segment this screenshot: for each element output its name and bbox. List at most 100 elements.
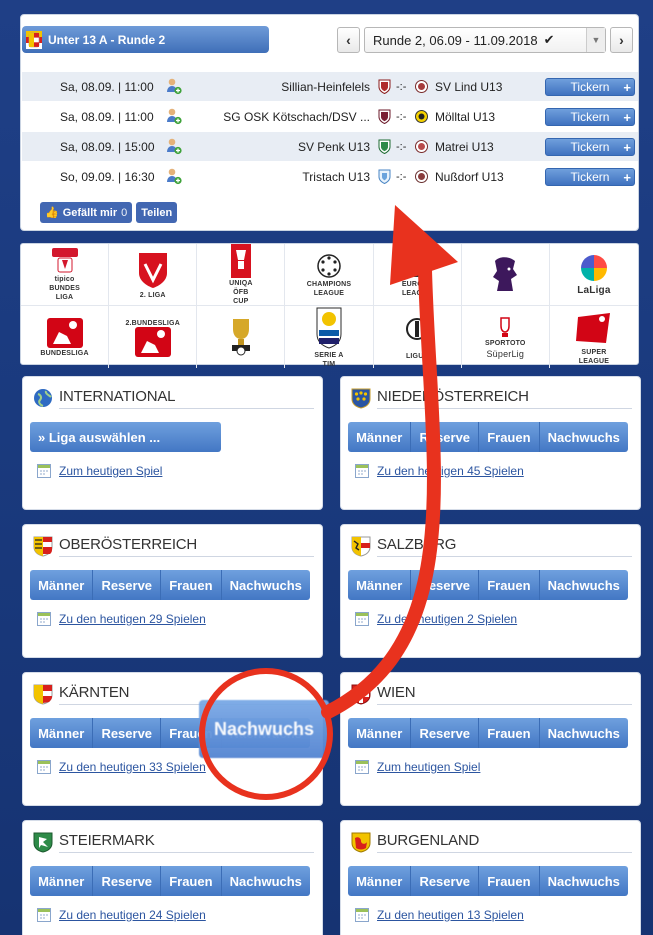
ticker-label: Tickern [570, 170, 610, 184]
facebook-like-count: 0 [121, 206, 128, 219]
uniqa-oefb-cup-logo[interactable]: UNIQA ÖFB CUP [197, 244, 286, 306]
tab-reserve[interactable]: Reserve [93, 718, 162, 748]
tab-reserve[interactable]: Reserve [93, 570, 162, 600]
logo-caption: tipico [54, 276, 75, 283]
tipico-bundesliga-logo[interactable]: tipico BUNDES LIGA [21, 244, 110, 306]
category-tabs: Männer Reserve Frauen Nachwuchs [30, 866, 310, 896]
tab-frauen[interactable]: Frauen [479, 422, 540, 452]
home-team[interactable]: SV Penk U13 [298, 140, 370, 154]
upper-austria-crest-icon [33, 536, 53, 557]
tab-nachwuchs[interactable]: Nachwuchs [539, 570, 628, 600]
calendar-icon [37, 612, 51, 626]
tab-maenner[interactable]: Männer [30, 718, 94, 748]
home-team[interactable]: SG OSK Kötschach/DSV ... [223, 110, 370, 124]
tab-reserve[interactable]: Reserve [93, 866, 162, 896]
today-games-link[interactable]: Zu den heutigen 45 Spielen [355, 464, 524, 478]
tab-nachwuchs[interactable]: Nachwuchs [539, 718, 628, 748]
tab-nachwuchs[interactable]: Nachwuchs [539, 422, 628, 452]
plus-icon: + [623, 109, 631, 125]
serie-a-logo[interactable]: SERIE A TIM [285, 306, 374, 368]
swiss-super-league-logo[interactable]: SUPER LEAGUE [550, 306, 638, 368]
tab-reserve[interactable]: Reserve [411, 422, 480, 452]
today-games-link[interactable]: Zu den heutigen 24 Spielen [37, 908, 206, 922]
tab-reserve[interactable]: Reserve [411, 866, 480, 896]
serie-a-icon [316, 307, 342, 349]
champions-league-logo[interactable]: CHAMPIONS LEAGUE [285, 244, 374, 306]
tab-nachwuchs[interactable]: Nachwuchs [539, 866, 628, 896]
2-bundesliga-logo[interactable]: 2.BUNDESLIGA [109, 306, 198, 368]
round-select[interactable]: Runde 2, 06.09 - 11.09.2018 ✔ ▼ [364, 27, 606, 53]
dropdown-arrow-icon[interactable]: ▼ [586, 28, 605, 52]
match-score: -:- [396, 80, 407, 93]
away-crest-icon [415, 140, 428, 153]
away-team[interactable]: SV Lind U13 [435, 80, 502, 94]
home-team[interactable]: Sillian-Heinfelels [281, 80, 370, 94]
tab-frauen[interactable]: Frauen [479, 866, 540, 896]
round-navigation: ‹ Runde 2, 06.09 - 11.09.2018 ✔ ▼ › [337, 27, 633, 53]
match-row[interactable]: Sa, 08.09. | 15:00 SV Penk U13 -:- Matre… [22, 132, 638, 162]
league-round-tab[interactable]: Unter 13 A - Runde 2 [22, 26, 269, 53]
tab-frauen[interactable]: Frauen [161, 570, 222, 600]
today-games-link[interactable]: Zu den heutigen 33 Spielen [37, 760, 206, 774]
away-team[interactable]: Matrei U13 [435, 140, 494, 154]
2-liga-logo[interactable]: 2. LIGA [109, 244, 198, 306]
premier-league-lion-icon [493, 256, 518, 291]
today-games-link[interactable]: Zum heutigen Spiel [37, 464, 162, 478]
prev-round-button[interactable]: ‹ [337, 27, 360, 53]
ticker-button[interactable]: Tickern + [545, 108, 635, 126]
today-games-link[interactable]: Zu den heutigen 13 Spielen [355, 908, 524, 922]
2-liga-icon [138, 253, 167, 288]
match-row[interactable]: So, 09.09. | 16:30 Tristach U13 -:- Nußd… [22, 162, 638, 192]
tab-reserve[interactable]: Reserve [411, 718, 480, 748]
facebook-like-button[interactable]: 👍 Gefällt mir 0 [40, 202, 133, 223]
bundesliga-logo[interactable]: BUNDESLIGA [21, 306, 110, 368]
tab-frauen[interactable]: Frauen [479, 570, 540, 600]
tab-maenner[interactable]: Männer [30, 570, 94, 600]
today-games-label: Zum heutigen Spiel [377, 760, 481, 774]
home-crest-icon [378, 169, 391, 184]
logo-caption: 2.BUNDESLIGA [125, 319, 180, 327]
spor-toto-super-lig-logo[interactable]: SPORTOTO SüperLig [462, 306, 550, 368]
dfb-pokal-logo[interactable] [197, 306, 286, 368]
ligue-1-logo[interactable]: LIGUE [374, 306, 462, 368]
today-games-link[interactable]: Zum heutigen Spiel [355, 760, 480, 774]
tab-maenner[interactable]: Männer [348, 422, 412, 452]
logo-caption: TIM [322, 361, 336, 368]
region-card-steiermark: STEIERMARK Männer Reserve Frauen Nachwuc… [22, 820, 323, 935]
carinthia-flag-icon [26, 31, 42, 49]
add-person-icon[interactable] [166, 168, 182, 185]
ticker-button[interactable]: Tickern + [545, 168, 635, 186]
today-games-label: Zu den heutigen 33 Spielen [59, 760, 206, 774]
add-person-icon[interactable] [166, 108, 182, 125]
tab-maenner[interactable]: Männer [348, 570, 412, 600]
europa-league-logo[interactable]: EUROPA LEAGUE [373, 244, 462, 306]
premier-league-logo[interactable] [461, 244, 550, 306]
tab-maenner[interactable]: Männer [348, 718, 412, 748]
home-team[interactable]: Tristach U13 [302, 170, 370, 184]
away-team[interactable]: Mölltal U13 [435, 110, 495, 124]
title-divider [59, 852, 314, 853]
next-round-button[interactable]: › [610, 27, 633, 53]
ticker-button[interactable]: Tickern + [545, 78, 635, 96]
today-games-link[interactable]: Zu den heutigen 29 Spielen [37, 612, 206, 626]
match-row[interactable]: Sa, 08.09. | 11:00 Sillian-Heinfelels -:… [22, 72, 638, 102]
today-games-link[interactable]: Zu den heutigen 2 Spielen [355, 612, 517, 626]
logo-caption: LIGA [55, 294, 74, 301]
facebook-share-button[interactable]: Teilen [136, 202, 178, 223]
tab-nachwuchs[interactable]: Nachwuchs [221, 866, 310, 896]
tab-frauen[interactable]: Frauen [479, 718, 540, 748]
ticker-button[interactable]: Tickern + [545, 138, 635, 156]
category-tabs: Männer Reserve Frauen Nachwuchs [348, 422, 628, 452]
tab-frauen[interactable]: Frauen [161, 866, 222, 896]
tab-reserve[interactable]: Reserve [411, 570, 480, 600]
tab-maenner[interactable]: Männer [30, 866, 94, 896]
tab-maenner[interactable]: Männer [348, 866, 412, 896]
laliga-logo[interactable]: LaLiga [549, 244, 638, 306]
add-person-icon[interactable] [166, 78, 182, 95]
tab-nachwuchs[interactable]: Nachwuchs [221, 570, 310, 600]
away-team[interactable]: Nußdorf U13 [435, 170, 504, 184]
away-crest-icon [415, 110, 428, 123]
match-row[interactable]: Sa, 08.09. | 11:00 SG OSK Kötschach/DSV … [22, 102, 638, 132]
add-person-icon[interactable] [166, 138, 182, 155]
league-select-button[interactable]: » Liga auswählen ... [30, 422, 221, 452]
